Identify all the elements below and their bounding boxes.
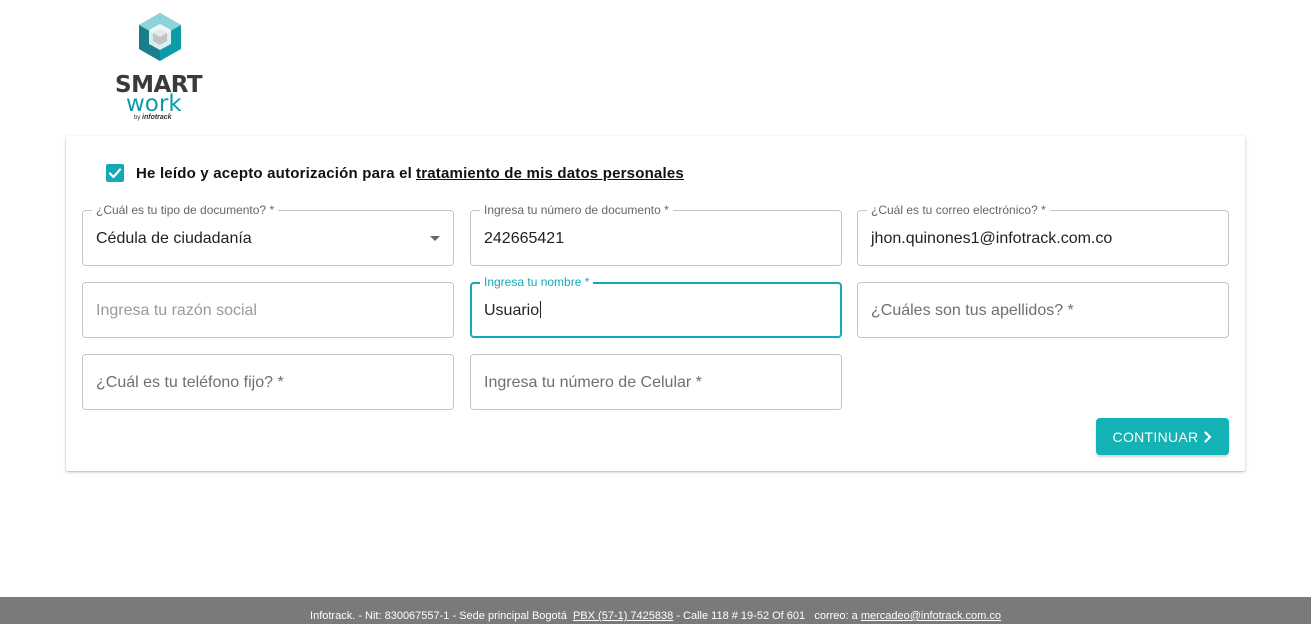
first-name-value: Usuario [484, 302, 540, 319]
document-number-label: Ingresa tu número de documento * [480, 203, 673, 217]
last-names-field[interactable]: ¿Cuáles son tus apellidos? * [857, 282, 1229, 338]
first-name-label: Ingresa tu nombre * [480, 275, 594, 289]
logo-by-prefix: by [134, 115, 141, 121]
business-name-placeholder: Ingresa tu razón social [96, 302, 257, 319]
chevron-right-icon [1204, 430, 1212, 443]
text-caret [540, 301, 542, 318]
document-type-value: Cédula de ciudadanía [96, 230, 252, 247]
smartwork-logo: SMART work by infotrack [110, 10, 210, 122]
email-label: ¿Cuál es tu correo electrónico? * [867, 203, 1050, 217]
logo-by-line: by infotrack [134, 114, 172, 121]
check-icon [108, 168, 122, 179]
registration-form-card: He leído y acepto autorización para el t… [66, 136, 1245, 471]
footer-email-prefix: correo: a [814, 610, 858, 622]
continue-button[interactable]: CONTINUAR [1096, 418, 1229, 455]
landline-field[interactable]: ¿Cuál es tu teléfono fijo? * [82, 354, 454, 410]
first-name-field[interactable]: Ingresa tu nombre * Usuario [470, 275, 842, 338]
mobile-placeholder: Ingresa tu número de Celular * [484, 374, 702, 391]
dropdown-arrow-icon[interactable] [430, 236, 440, 241]
document-type-label: ¿Cuál es tu tipo de documento? * [92, 203, 279, 217]
continue-button-label: CONTINUAR [1112, 428, 1199, 445]
landline-placeholder: ¿Cuál es tu teléfono fijo? * [96, 374, 284, 391]
document-number-value: 242665421 [484, 230, 565, 247]
logo-work-text: work [126, 91, 182, 117]
consent-checkbox[interactable] [106, 164, 124, 182]
email-field[interactable]: ¿Cuál es tu correo electrónico? * jhon.q… [857, 203, 1229, 266]
personal-data-policy-link[interactable]: tratamiento de mis datos personales [416, 165, 684, 182]
first-name-input[interactable]: Usuario [484, 301, 542, 321]
mobile-field[interactable]: Ingresa tu número de Celular * [470, 354, 842, 410]
footer-address: - Calle 118 # 19-52 Of 601 [676, 610, 806, 622]
smartwork-logo-icon [139, 13, 181, 61]
business-name-field[interactable]: Ingresa tu razón social [82, 282, 454, 338]
document-type-select[interactable]: ¿Cuál es tu tipo de documento? * Cédula … [82, 203, 454, 266]
document-number-field[interactable]: Ingresa tu número de documento * 2426654… [470, 203, 842, 266]
last-names-placeholder: ¿Cuáles son tus apellidos? * [871, 302, 1074, 319]
footer-company: Infotrack. - Nit: 830067557-1 - Sede pri… [310, 610, 567, 622]
footer: Infotrack. - Nit: 830067557-1 - Sede pri… [0, 597, 1311, 624]
logo-by-name: infotrack [142, 114, 172, 121]
footer-phone-link[interactable]: PBX (57-1) 7425838 [573, 610, 673, 622]
footer-email-link[interactable]: mercadeo@infotrack.com.co [861, 610, 1001, 622]
consent-text: He leído y acepto autorización para el [136, 164, 413, 182]
email-value: jhon.quinones1@infotrack.com.co [871, 230, 1113, 247]
consent-row: He leído y acepto autorización para el t… [106, 164, 684, 182]
